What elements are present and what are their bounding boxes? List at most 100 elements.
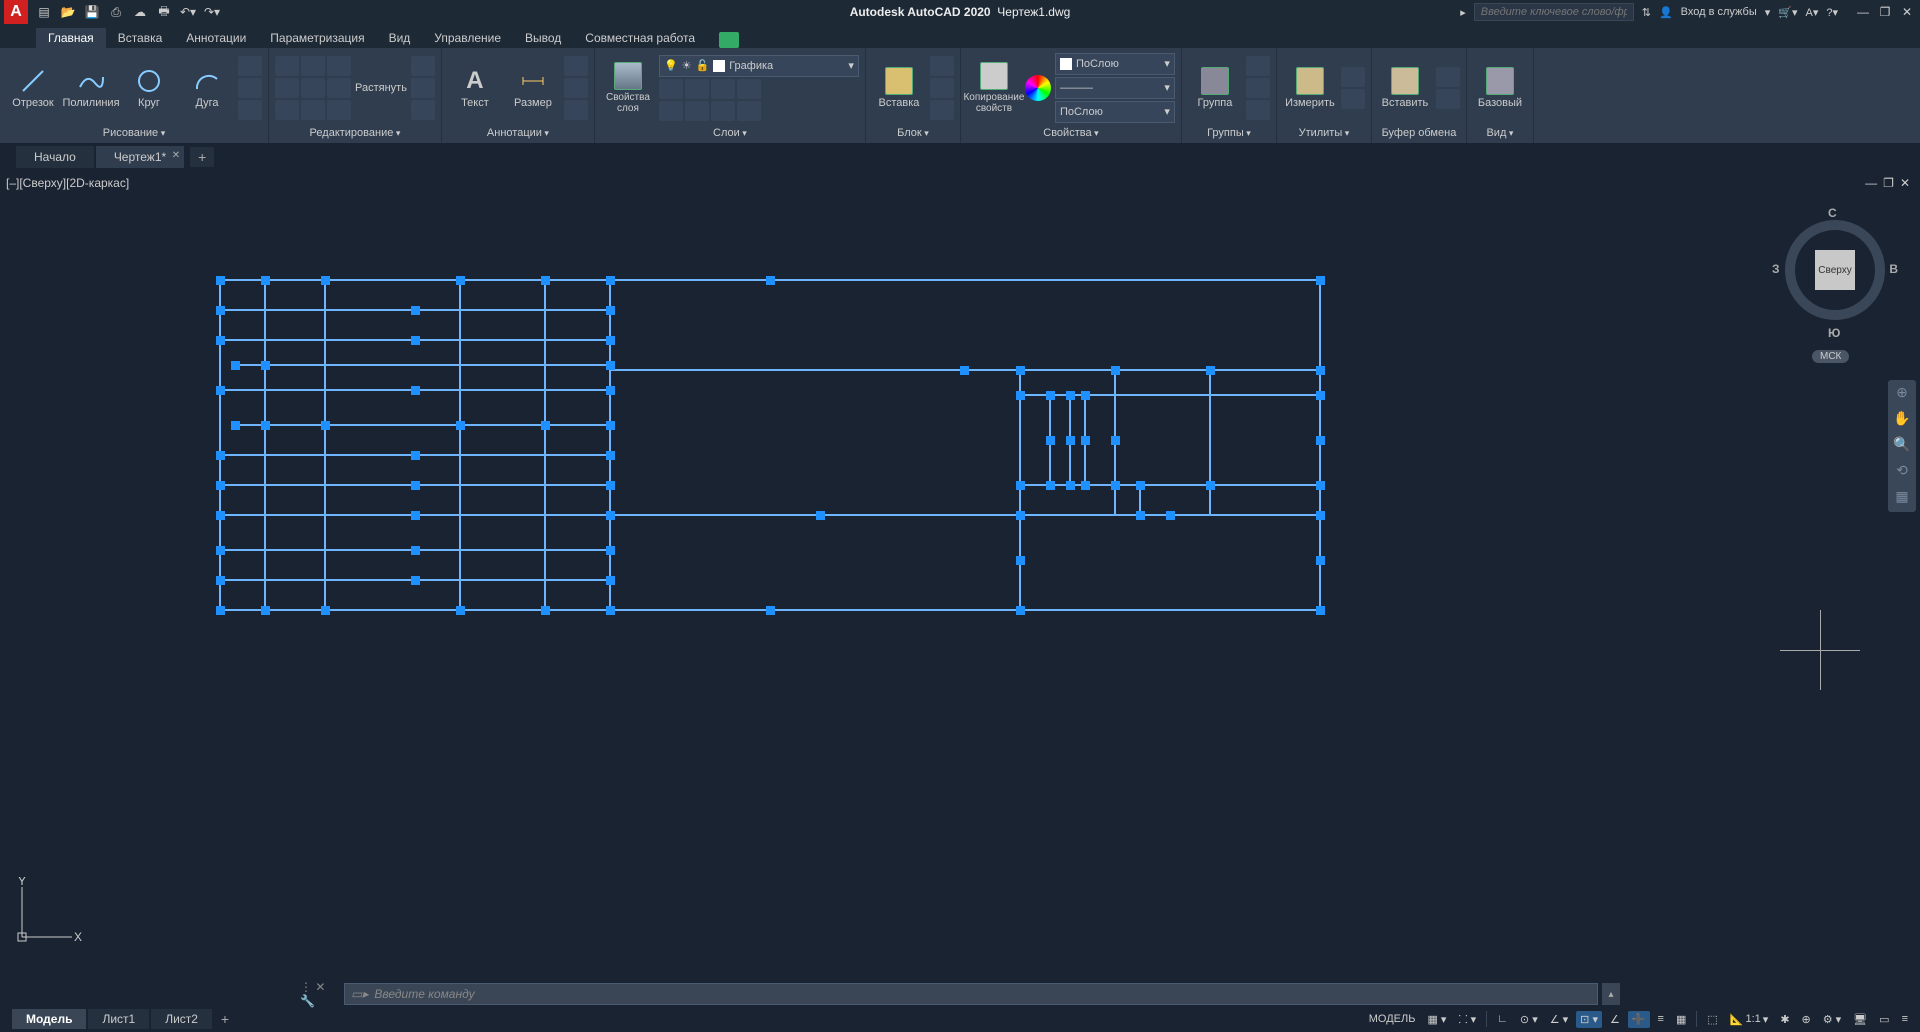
express-tools-icon[interactable] [719,32,739,48]
app-logo[interactable]: A [4,0,28,24]
tab-view[interactable]: Вид [377,28,423,48]
tab-output[interactable]: Вывод [513,28,573,48]
cloud-icon[interactable] [564,100,588,120]
workspace-icon[interactable]: ⚙ ▾ [1819,1011,1845,1028]
cleanscreen-icon[interactable]: ▭ [1875,1011,1893,1028]
cart-icon[interactable]: 🛒▾ [1778,6,1797,19]
linetype-dropdown[interactable]: ПоСлою▾ [1055,101,1175,123]
paste-button[interactable]: Вставить [1378,56,1432,120]
tab-collaborate[interactable]: Совместная работа [573,28,707,48]
qat-undo-icon[interactable]: ↶▾ [178,2,198,22]
qat-open-icon[interactable]: 📂 [58,2,78,22]
layer-dropdown[interactable]: 💡 ☀ 🔓 Графика ▾ [659,55,859,77]
hatch-icon[interactable] [238,78,262,98]
line-button[interactable]: Отрезок [6,56,60,120]
ungroup-icon[interactable] [1246,56,1270,76]
group-edit-icon[interactable] [1246,78,1270,98]
circle-button[interactable]: Круг [122,56,176,120]
copy-clip-icon[interactable] [1436,89,1460,109]
create-block-icon[interactable] [930,56,954,76]
grid-icon[interactable]: ▦ ▾ [1423,1011,1450,1028]
count-icon[interactable] [1341,89,1365,109]
select-icon[interactable] [1341,67,1365,87]
user-icon[interactable]: 👤 [1659,6,1673,19]
leader-icon[interactable] [564,56,588,76]
edit-block-icon[interactable] [930,78,954,98]
lineweight-dropdown[interactable]: ———▾ [1055,77,1175,99]
grips[interactable] [216,276,1325,615]
signin-link[interactable]: Вход в службы [1681,6,1757,18]
layer-lock-icon[interactable] [711,79,735,99]
text-button[interactable]: АТекст [448,56,502,120]
panel-props-title[interactable]: Свойства [1043,127,1098,139]
offset-icon[interactable] [411,100,435,120]
monitor-icon[interactable]: 🖥 [1849,1011,1871,1028]
annoscale-icon[interactable]: 📐 1:1 ▾ [1726,1011,1773,1028]
layer-make-icon[interactable] [737,79,761,99]
trim-icon[interactable] [327,56,351,76]
arc-button[interactable]: Дуга [180,56,234,120]
command-input[interactable]: ▭▸ Введите команду [344,983,1598,1005]
tab-close-icon[interactable]: ✕ [172,150,180,161]
annovisible-icon[interactable]: ✱ [1776,1011,1793,1028]
isodraft-icon[interactable]: ∠ ▾ [1546,1011,1572,1028]
measure-button[interactable]: Измерить [1283,56,1337,120]
layer-off-icon[interactable] [659,79,683,99]
help-icon[interactable]: ?▾ [1826,6,1838,19]
tab-drawing1[interactable]: Чертеж1*✕ [96,146,184,168]
qat-saveas-icon[interactable]: ⎙ [106,2,126,22]
copy-icon[interactable] [275,78,299,98]
layout-sheet1[interactable]: Лист1 [88,1009,149,1029]
qat-cloud-icon[interactable]: ☁ [130,2,150,22]
group-button[interactable]: Группа [1188,56,1242,120]
layer-match-icon[interactable] [737,101,761,121]
match-props-button[interactable]: Копирование свойств [967,56,1021,120]
rotate-icon[interactable] [301,56,325,76]
layer-freeze-icon[interactable] [685,79,709,99]
sel-cycle-icon[interactable]: ⬚ [1703,1011,1721,1028]
panel-modify-title[interactable]: Редактирование [310,127,401,139]
otrack-icon[interactable]: ∠ [1606,1011,1624,1028]
insert-block-button[interactable]: Вставка [872,56,926,120]
layout-sheet2[interactable]: Лист2 [151,1009,212,1029]
panel-view-title[interactable]: Вид [1486,127,1513,139]
cut-icon[interactable] [1436,67,1460,87]
polar-icon[interactable]: ⊙ ▾ [1516,1011,1542,1028]
qat-save-icon[interactable]: 💾 [82,2,102,22]
explode-icon[interactable] [411,78,435,98]
ortho-icon[interactable]: ∟ [1493,1011,1512,1027]
tab-manage[interactable]: Управление [422,28,513,48]
drawing-canvas[interactable] [0,170,1920,980]
tab-annotate[interactable]: Аннотации [174,28,258,48]
table-icon[interactable] [564,78,588,98]
search-input[interactable] [1474,3,1634,21]
dimension-button[interactable]: Размер [506,56,560,120]
annoauto-icon[interactable]: ⊕ [1798,1011,1815,1028]
layer-iso-icon[interactable] [659,101,683,121]
panel-utils-title[interactable]: Утилиты [1299,127,1350,139]
rect-icon[interactable] [238,56,262,76]
panel-draw-title[interactable]: Рисование [103,127,165,139]
osnap-icon[interactable]: ⊡ ▾ [1576,1011,1602,1028]
layer-thaw-icon[interactable] [685,101,709,121]
app-exchange-icon[interactable]: A▾ [1806,6,1819,19]
array-icon[interactable] [327,100,351,120]
ucs-icon[interactable]: YX [12,877,82,950]
tab-insert[interactable]: Вставка [106,28,175,48]
tab-parametric[interactable]: Параметризация [258,28,376,48]
restore-button[interactable]: ❐ [1876,3,1894,21]
customize-icon[interactable]: ≡ [1898,1011,1912,1027]
qat-new-icon[interactable]: ▤ [34,2,54,22]
scale-icon[interactable] [301,100,325,120]
layer-unlock-icon[interactable] [711,101,735,121]
polyline-button[interactable]: Полилиния [64,56,118,120]
layer-props-button[interactable]: Свойства слоя [601,56,655,120]
color-dropdown[interactable]: ПоСлою▾ [1055,53,1175,75]
panel-layers-title[interactable]: Слои [713,127,747,139]
move-icon[interactable] [275,56,299,76]
minimize-button[interactable]: — [1854,3,1872,21]
group-sel-icon[interactable] [1246,100,1270,120]
dyn-input-icon[interactable]: ➕ [1628,1011,1650,1028]
tab-home[interactable]: Главная [36,28,106,48]
attr-icon[interactable] [930,100,954,120]
